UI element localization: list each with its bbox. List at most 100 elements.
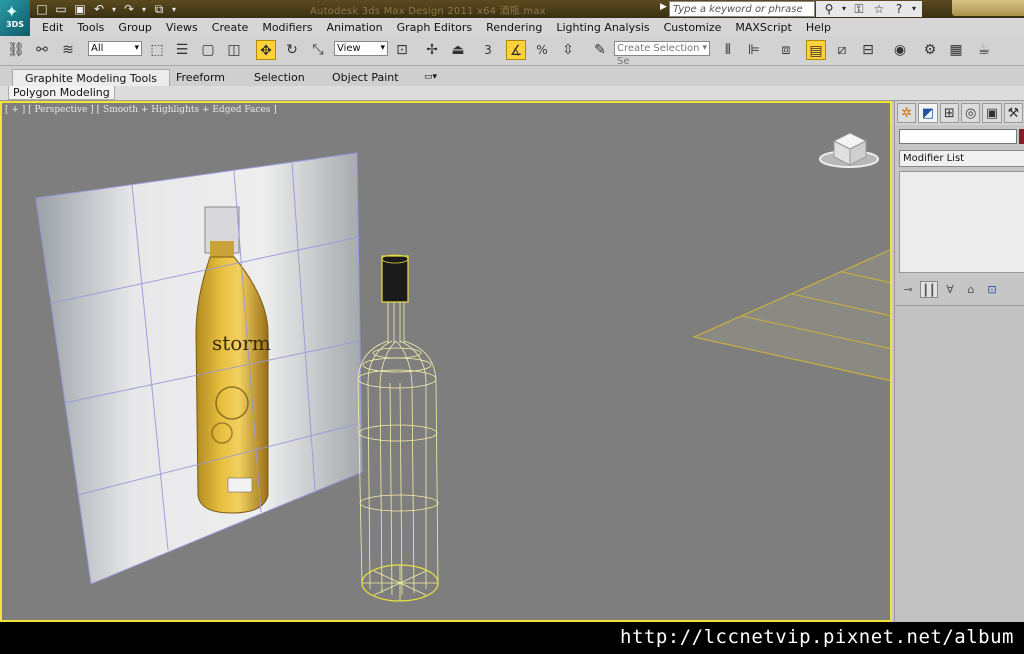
keyboard-shortcut-toggle-icon[interactable]: ⏏ <box>448 40 468 60</box>
command-panel: ✲ ◩ ⊞ ◎ ▣ ⚒ Modifier List ⊸ ┃┃ ∀ ⌂ ⊡ <box>894 101 1024 622</box>
menu-create[interactable]: Create <box>212 21 257 34</box>
app-window: □ ▭ ▣ ↶ ▾ ↷ ▾ ⧉ ▾ Autodesk 3ds Max Desig… <box>0 0 1024 654</box>
reference-image-plane: storm <box>35 152 363 585</box>
menu-tools[interactable]: Tools <box>77 21 112 34</box>
project-dropdown-icon[interactable]: ▾ <box>170 2 178 17</box>
modify-tab-icon[interactable]: ◩ <box>918 103 938 123</box>
menu-maxscript[interactable]: MAXScript <box>735 21 799 34</box>
project-folder-icon[interactable]: ⧉ <box>151 2 167 17</box>
render-setup-icon[interactable]: ⚙ <box>920 40 940 60</box>
bottle-wireframe-model <box>357 254 439 602</box>
title-bar: □ ▭ ▣ ↶ ▾ ↷ ▾ ⧉ ▾ Autodesk 3ds Max Desig… <box>0 0 1024 18</box>
rendered-frame-window-icon[interactable]: ▦ <box>946 40 966 60</box>
window-controls[interactable] <box>952 0 1024 16</box>
watermark-text: http://lccnetvip.pixnet.net/album <box>620 626 1014 648</box>
ribbon-options-dropdown-icon[interactable]: ▭▾ <box>412 69 449 86</box>
ribbon-tabs: Graphite Modeling Tools Freeform Selecti… <box>0 66 1024 86</box>
graphite-toggle-icon[interactable]: ▤ <box>806 40 826 60</box>
pin-stack-icon[interactable]: ⊸ <box>899 281 917 298</box>
perspective-viewport[interactable]: storm [+] [Perspective] [Smooth + H… <box>0 101 892 622</box>
window-title: Autodesk 3ds Max Design 2011 x64 酒瓶.max <box>310 6 546 17</box>
schematic-view-icon[interactable]: ⊟ <box>858 40 878 60</box>
tab-freeform[interactable]: Freeform <box>164 69 237 86</box>
pivot-center-icon[interactable]: ⊡ <box>392 40 412 60</box>
unlink-icon[interactable]: ⚯ <box>32 40 52 60</box>
command-panel-tabs: ✲ ◩ ⊞ ◎ ▣ ⚒ <box>895 101 1024 125</box>
help-dropdown-icon[interactable]: ▾ <box>910 1 918 17</box>
create-tab-icon[interactable]: ✲ <box>897 103 917 123</box>
make-unique-icon[interactable]: ∀ <box>941 281 959 298</box>
select-and-move-icon[interactable]: ✥ <box>256 40 276 60</box>
panel-polygon-modeling[interactable]: Polygon Modeling <box>8 86 115 100</box>
star-icon[interactable]: ☆ <box>870 1 888 17</box>
object-color-swatch[interactable] <box>1019 129 1024 144</box>
percent-snap-icon[interactable]: % <box>532 40 552 60</box>
new-icon[interactable]: □ <box>34 2 50 17</box>
help-icon[interactable]: ? <box>890 1 908 17</box>
motion-tab-icon[interactable]: ◎ <box>960 103 981 123</box>
layer-manager-icon[interactable]: ⧈ <box>776 40 796 60</box>
utilities-tab-icon[interactable]: ⚒ <box>1003 103 1023 123</box>
redo-dropdown-icon[interactable]: ▾ <box>140 2 148 17</box>
selection-filter-dropdown[interactable]: All <box>88 41 142 56</box>
save-icon[interactable]: ▣ <box>72 2 88 17</box>
window-crossing-icon[interactable]: ◫ <box>224 40 244 60</box>
select-and-scale-icon[interactable]: ⤡ <box>308 40 328 60</box>
show-end-result-icon[interactable]: ┃┃ <box>920 280 938 298</box>
modifier-stack-tools: ⊸ ┃┃ ∀ ⌂ ⊡ <box>899 279 1024 299</box>
object-name-field[interactable] <box>899 129 1017 144</box>
hierarchy-tab-icon[interactable]: ⊞ <box>939 103 959 123</box>
bind-space-warp-icon[interactable]: ≋ <box>58 40 78 60</box>
mirror-icon[interactable]: ⫴ <box>718 40 738 60</box>
photo-label-text: storm <box>212 331 271 355</box>
reference-coordinate-dropdown[interactable]: View <box>334 41 388 56</box>
search-input[interactable]: Type a keyword or phrase <box>669 1 815 17</box>
display-tab-icon[interactable]: ▣ <box>982 103 1002 123</box>
select-and-rotate-icon[interactable]: ↻ <box>282 40 302 60</box>
menu-rendering[interactable]: Rendering <box>486 21 550 34</box>
open-icon[interactable]: ▭ <box>53 2 69 17</box>
app-menu-button[interactable]: ✦ 3DS <box>0 0 30 36</box>
configure-sets-icon[interactable]: ⊡ <box>983 281 1001 298</box>
menu-modifiers[interactable]: Modifiers <box>262 21 320 34</box>
select-and-link-icon[interactable]: ⛓ <box>6 40 26 60</box>
named-selection-sets-dropdown[interactable]: Create Selection Se <box>614 41 710 67</box>
undo-dropdown-icon[interactable]: ▾ <box>110 2 118 17</box>
grid-plane <box>692 249 890 382</box>
curve-editor-icon[interactable]: ⧄ <box>832 40 852 60</box>
modifier-list-dropdown[interactable]: Modifier List <box>899 150 1024 167</box>
render-production-icon[interactable]: ☕ <box>974 40 994 60</box>
edit-named-selections-icon[interactable]: ✎ <box>590 40 610 60</box>
viewcube-icon[interactable] <box>819 132 879 168</box>
binoculars-dropdown-icon[interactable]: ▾ <box>840 1 848 17</box>
viewport-label[interactable]: [ + ] [ Perspective ] [ Smooth + Highlig… <box>5 105 277 115</box>
tab-object-paint[interactable]: Object Paint <box>320 69 411 86</box>
spinner-snap-icon[interactable]: ⇳ <box>558 40 578 60</box>
main-toolbar: ⛓ ⚯ ≋ All ⬚ ☰ ▢ ◫ ✥ ↻ ⤡ View ⊡ ✢ ⏏ 3 ∡ %… <box>0 36 1024 67</box>
snaps-toggle-icon[interactable]: 3 <box>478 40 498 60</box>
angle-snap-icon[interactable]: ∡ <box>506 40 526 60</box>
rectangular-selection-icon[interactable]: ▢ <box>198 40 218 60</box>
menu-animation[interactable]: Animation <box>327 21 391 34</box>
undo-icon[interactable]: ↶ <box>91 2 107 17</box>
material-editor-icon[interactable]: ◉ <box>890 40 910 60</box>
modifier-stack[interactable] <box>899 171 1024 273</box>
menu-help[interactable]: Help <box>806 21 839 34</box>
menu-edit[interactable]: Edit <box>42 21 71 34</box>
menu-group[interactable]: Group <box>118 21 160 34</box>
menu-graph-editors[interactable]: Graph Editors <box>397 21 481 34</box>
viewport-scene: storm <box>35 132 890 602</box>
tab-selection[interactable]: Selection <box>242 69 317 86</box>
remove-modifier-icon[interactable]: ⌂ <box>962 281 980 298</box>
select-and-manipulate-icon[interactable]: ✢ <box>422 40 442 60</box>
tab-graphite-modeling-tools[interactable]: Graphite Modeling Tools <box>12 69 171 86</box>
menu-views[interactable]: Views <box>166 21 206 34</box>
redo-icon[interactable]: ↷ <box>121 2 137 17</box>
menu-customize[interactable]: Customize <box>664 21 730 34</box>
align-icon[interactable]: ⊫ <box>744 40 764 60</box>
menu-lighting-analysis[interactable]: Lighting Analysis <box>556 21 657 34</box>
binoculars-icon[interactable]: ⚲ <box>820 1 838 17</box>
select-object-icon[interactable]: ⬚ <box>147 40 167 60</box>
key-icon[interactable]: ⚿ <box>850 1 868 17</box>
select-by-name-icon[interactable]: ☰ <box>172 40 192 60</box>
